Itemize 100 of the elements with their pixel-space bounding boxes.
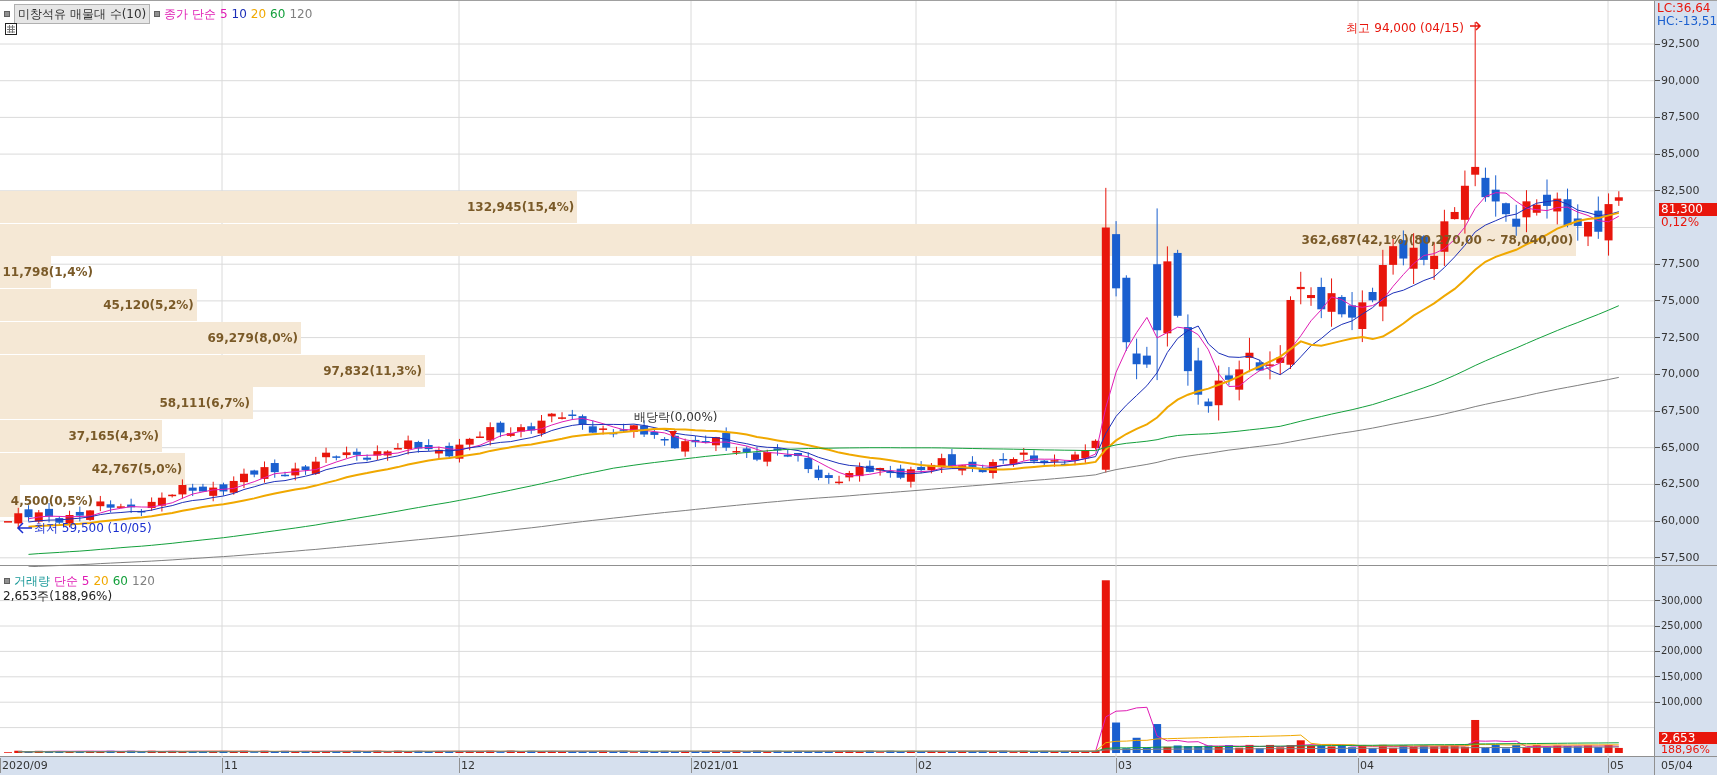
candlestick [1307, 286, 1315, 307]
legend-item: 거래량 [14, 573, 50, 590]
volume-tick-label: 250,000 [1661, 619, 1703, 633]
candlestick [753, 446, 761, 462]
volume-tick-label: 200,000 [1661, 644, 1703, 659]
price-tick-label: 57,500 [1661, 550, 1700, 565]
candlestick [1009, 456, 1018, 468]
date-tick-label: 2020/09 [0, 758, 48, 773]
volume-tick-label: 100,000 [1661, 695, 1703, 710]
candlestick [445, 442, 454, 460]
legend-title: 미창석유 매물대 수(10) [14, 4, 151, 24]
candlestick [219, 482, 228, 497]
price-tick-label: 77,500 [1661, 257, 1700, 272]
candlestick [588, 420, 597, 434]
candlestick [404, 435, 413, 455]
candlestick [352, 447, 361, 462]
candlestick [1573, 203, 1582, 242]
candlestick [578, 414, 587, 431]
date-tick-label: 02 [916, 758, 932, 773]
legend-marker-icon [4, 11, 10, 17]
price-tick-label: 62,500 [1661, 477, 1700, 492]
legend-item: 120 [289, 6, 313, 23]
volume-ratio-label: 188,96% [1659, 744, 1717, 756]
price-tick-label: 70,000 [1661, 367, 1700, 382]
current-date-label: 05/04 [1661, 758, 1693, 773]
lc-value: LC:36,64 [1657, 1, 1711, 15]
price-tick-label: 85,000 [1661, 147, 1700, 162]
legend-item: 종가 단순 5 [164, 6, 228, 23]
volume-profile-label: 97,832(11,3%) [323, 364, 423, 378]
candlestick [783, 448, 792, 458]
volume-reading: 2,653주(188,96%) [3, 588, 113, 605]
volume-profile-label: 37,165(4,3%) [68, 429, 160, 443]
date-tick-label: 12 [459, 758, 475, 773]
candlestick [886, 465, 895, 479]
candlestick [568, 409, 577, 421]
date-tick-label: 04 [1358, 758, 1374, 773]
volume-profile-label: 69,279(8,0%) [207, 331, 298, 345]
current-price-badge: 81,300 [1659, 203, 1717, 216]
candlestick [75, 506, 84, 522]
dividend-label: 배당락(0,00%) [634, 411, 718, 424]
candlestick [763, 449, 772, 467]
hc-value: HC:-13,51 [1657, 14, 1717, 28]
volume-profile-label: 11,798(1,4%) [2, 266, 93, 280]
candlestick [1030, 449, 1038, 465]
candlestick [876, 467, 885, 477]
candlestick [240, 468, 248, 489]
candlestick [486, 421, 495, 446]
volume-profile-label: 58,111(6,7%) [159, 397, 251, 411]
price-tick-label: 67,500 [1661, 404, 1700, 418]
legend-item: 20 [250, 6, 267, 23]
candlestick [947, 448, 956, 469]
candlestick [198, 483, 207, 493]
candlestick [434, 446, 443, 460]
candlestick [270, 458, 279, 479]
volume-profile-label: 42,767(5,0%) [91, 462, 183, 476]
candlestick [1317, 277, 1326, 319]
candlestick [1348, 291, 1357, 331]
candlestick [558, 411, 567, 420]
candlestick [835, 475, 844, 486]
volume-profile-label: 4,500(0,5%) [10, 495, 93, 509]
volume-profile-label: 132,945(15,4%) [466, 201, 575, 214]
high-price-label: 최고 94,000 (04/15) [1346, 20, 1464, 37]
date-tick-label: 11 [222, 758, 238, 773]
legend-item: 단순 5 [54, 573, 90, 590]
volume-profile-label: 45,120(5,2%) [103, 299, 194, 313]
candlestick [414, 440, 423, 454]
price-tick-label: 65,000 [1661, 440, 1700, 455]
volume-tick-label: 300,000 [1661, 593, 1703, 608]
candlestick [1235, 360, 1244, 401]
price-tick-label: 60,000 [1661, 514, 1700, 529]
candlestick [517, 423, 525, 438]
price-tick-label: 72,500 [1661, 330, 1700, 345]
candlestick [917, 460, 926, 474]
table-icon[interactable] [5, 23, 17, 35]
candlestick [599, 425, 608, 435]
candlestick [1543, 179, 1551, 220]
date-tick-label: 2021/01 [691, 758, 739, 773]
candlestick [34, 509, 43, 524]
candlestick [209, 481, 218, 502]
candlestick [157, 491, 166, 513]
candlestick [1019, 447, 1028, 462]
date-tick-label: 05 [1608, 758, 1624, 773]
volume-tick-label: 150,000 [1661, 669, 1703, 684]
down-arrow-icon [669, 431, 677, 438]
legend-marker-icon [154, 11, 161, 17]
legend-item: 120 [132, 573, 155, 590]
candlestick [1563, 188, 1572, 228]
candlestick [794, 452, 802, 463]
legend-item: 60 [112, 573, 128, 590]
arrow-icon [16, 522, 33, 534]
candlestick [999, 452, 1008, 465]
price-tick-label: 75,000 [1661, 293, 1700, 308]
legend-item: 60 [270, 6, 286, 23]
legend-item: 10 [231, 6, 247, 23]
legend-item: 20 [93, 573, 109, 590]
candlestick [86, 509, 95, 522]
price-tick-label: 87,500 [1661, 110, 1700, 125]
price-tick-label: 92,500 [1661, 37, 1700, 51]
candlestick [1071, 451, 1080, 466]
candlestick [96, 495, 105, 512]
